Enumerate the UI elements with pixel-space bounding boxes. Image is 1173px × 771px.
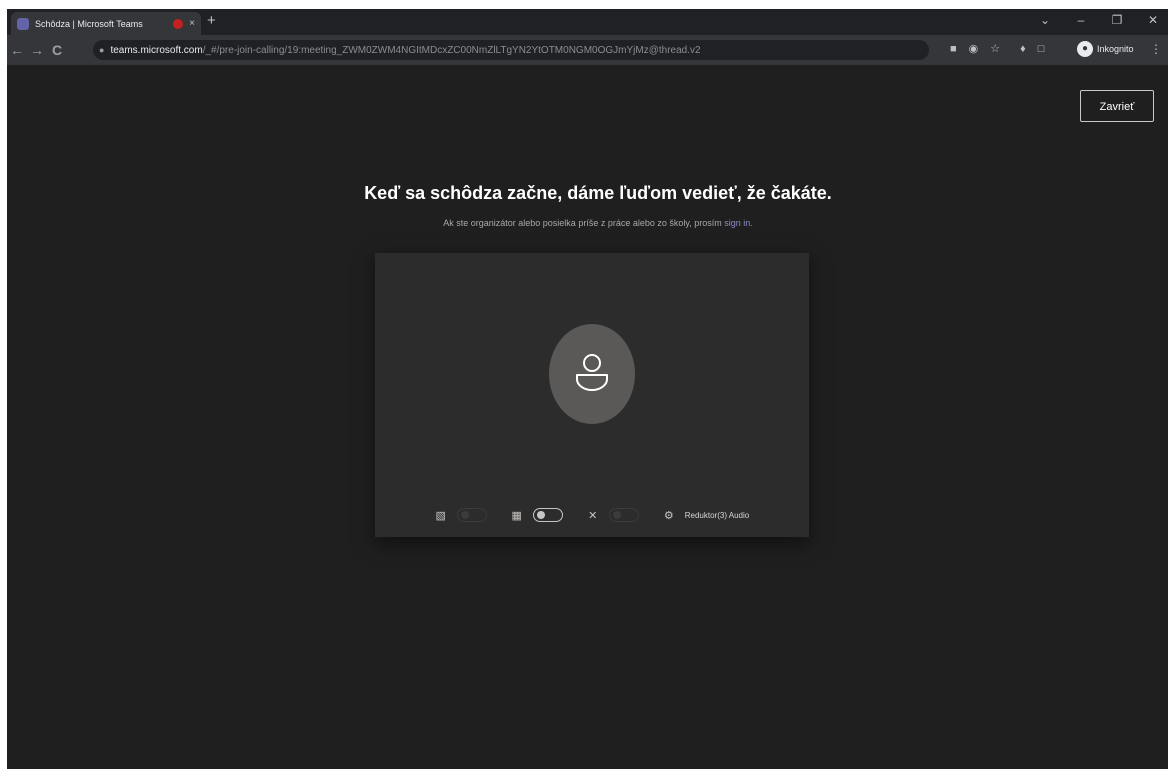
url-path: /_#/pre-join-calling/19:meeting_ZWM0ZWM4… — [202, 44, 701, 56]
toolbar-icons: ■ ◉ ☆ ♦ □ — [950, 42, 1045, 56]
sidebar-icon[interactable]: □ — [1038, 43, 1045, 55]
mic-toggle[interactable] — [608, 508, 639, 522]
browser-window: Schôdza | Microsoft Teams × + ⌄ – ❐ ✕ ← … — [7, 9, 1168, 769]
record-icon — [173, 18, 184, 29]
person-icon — [576, 354, 608, 391]
signin-link[interactable]: sign in. — [724, 218, 753, 228]
eye-icon[interactable]: ◉ — [969, 42, 979, 55]
camera-toggle[interactable] — [456, 508, 487, 522]
profile-button[interactable]: ● Inkognito — [1077, 41, 1134, 57]
close-window-button[interactable]: ✕ — [1146, 13, 1160, 27]
url-domain: teams.microsoft.com — [110, 44, 203, 56]
extensions-icon[interactable]: ♦ — [1020, 43, 1026, 55]
avatar — [549, 324, 635, 424]
device-controls: ▧ ▦ ✕ ⚙ Reduktor(3) Audio — [375, 505, 809, 525]
video-preview: ▧ ▦ ✕ ⚙ Reduktor(3) Audio — [375, 253, 809, 537]
reload-button[interactable]: C — [47, 42, 67, 58]
close-button[interactable]: Zavrieť — [1080, 90, 1154, 122]
browser-toolbar: ← → C ● teams.microsoft.com /_#/pre-join… — [7, 35, 1168, 65]
forward-button[interactable]: → — [27, 42, 47, 58]
new-tab-button[interactable]: + — [207, 13, 216, 29]
camera-indicator-icon[interactable]: ■ — [950, 43, 957, 55]
minimize-button[interactable]: – — [1074, 13, 1088, 27]
teams-page: Zavrieť Keď sa schôdza začne, dáme ľuďom… — [7, 65, 1168, 769]
background-blur-icon: ▦ — [511, 509, 522, 522]
browser-menu-icon[interactable]: ⋮ — [1150, 42, 1162, 56]
gear-icon[interactable]: ⚙ — [663, 509, 675, 522]
incognito-icon: ● — [1077, 41, 1093, 57]
camera-off-icon: ▧ — [435, 509, 446, 522]
back-button[interactable]: ← — [7, 42, 27, 58]
tab-close-icon[interactable]: × — [189, 18, 195, 29]
page-title: Keď sa schôdza začne, dáme ľuďom vedieť,… — [364, 183, 832, 203]
tab-search-icon[interactable]: ⌄ — [1038, 13, 1052, 27]
tab-title: Schôdza | Microsoft Teams — [35, 18, 143, 29]
window-controls: ⌄ – ❐ ✕ — [1038, 13, 1160, 27]
address-bar[interactable]: ● teams.microsoft.com /_#/pre-join-calli… — [93, 40, 929, 60]
bookmark-star-icon[interactable]: ☆ — [990, 42, 1000, 55]
maximize-button[interactable]: ❐ — [1110, 13, 1124, 27]
signin-hint-text: Ak ste organizátor alebo posielka príše … — [443, 218, 725, 228]
tab-strip: Schôdza | Microsoft Teams × + ⌄ – ❐ ✕ — [7, 9, 1168, 35]
audio-device-label[interactable]: Reduktor(3) Audio — [685, 511, 749, 520]
lock-icon: ● — [99, 45, 105, 55]
teams-icon — [17, 17, 29, 30]
signin-hint: Ak ste organizátor alebo posielka príše … — [7, 218, 1168, 228]
browser-tab[interactable]: Schôdza | Microsoft Teams × — [11, 12, 201, 35]
profile-label: Inkognito — [1097, 44, 1134, 54]
blur-toggle[interactable] — [532, 508, 563, 522]
mic-off-icon: ✕ — [588, 509, 598, 522]
